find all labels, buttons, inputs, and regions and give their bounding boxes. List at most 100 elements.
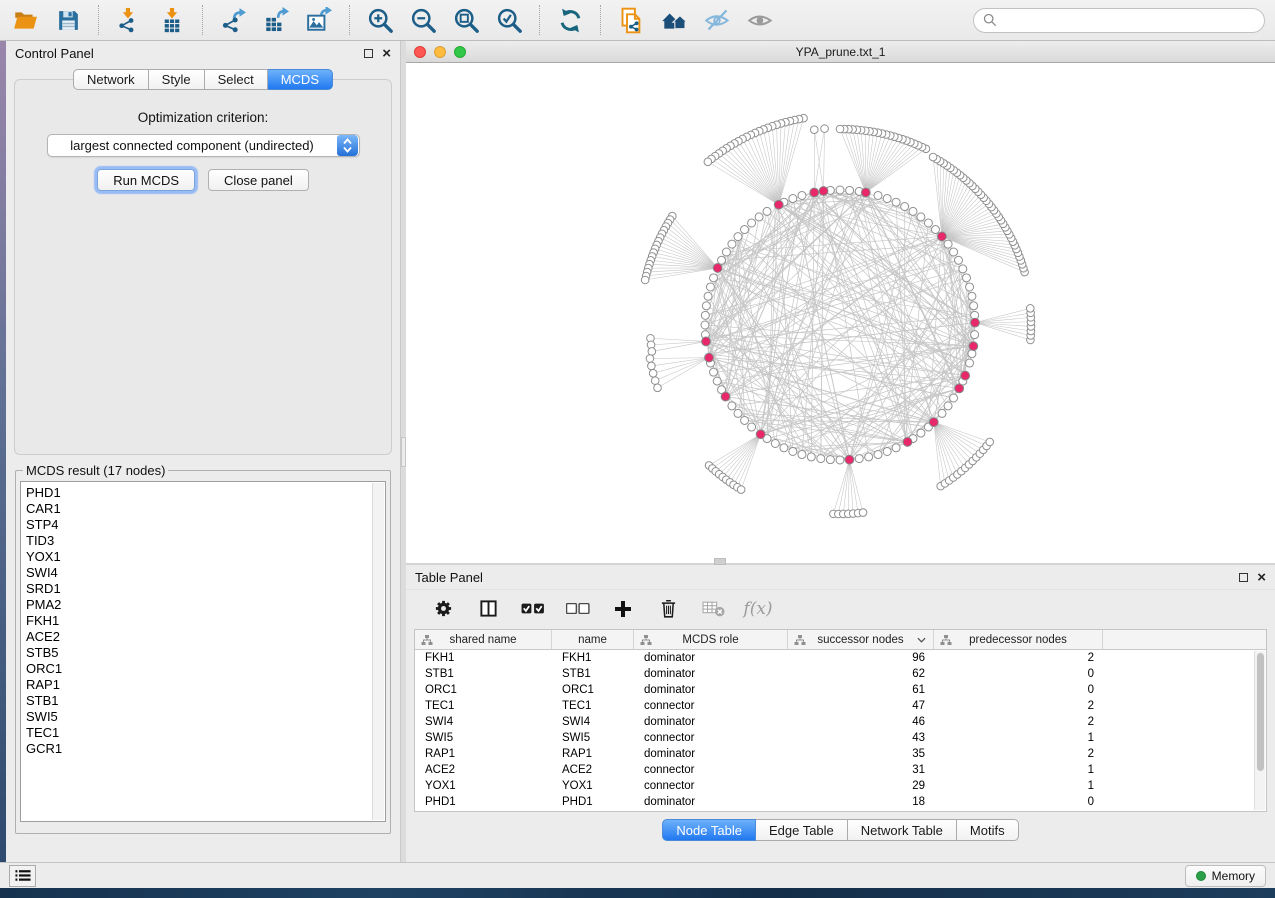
column-header-MCDS-role[interactable]: MCDS role (634, 630, 788, 649)
column-header-shared-name[interactable]: shared name (415, 630, 552, 649)
mcds-result-item[interactable]: PMA2 (26, 597, 385, 613)
open-file-button[interactable] (10, 5, 40, 35)
cell-successor-nodes[interactable]: 29 (788, 780, 934, 792)
table-row[interactable]: FKH1FKH1dominator962 (415, 650, 1266, 666)
cell-name[interactable]: ORC1 (552, 684, 634, 696)
cell-name[interactable]: ACE2 (552, 764, 634, 776)
delete-column-button[interactable] (655, 596, 681, 622)
tab-select[interactable]: Select (205, 69, 268, 90)
cell-name[interactable]: SWI5 (552, 732, 634, 744)
cell-shared-name[interactable]: RAP1 (415, 748, 552, 760)
deselect-all-rows-button[interactable] (565, 596, 591, 622)
table-tab-edge-table[interactable]: Edge Table (756, 819, 848, 841)
table-row[interactable]: SWI5SWI5connector431 (415, 730, 1266, 746)
cell-MCDS-role[interactable]: connector (634, 700, 788, 712)
cell-predecessor-nodes[interactable]: 0 (934, 684, 1103, 696)
cell-name[interactable]: FKH1 (552, 652, 634, 664)
mcds-result-item[interactable]: TID3 (26, 533, 385, 549)
cell-successor-nodes[interactable]: 18 (788, 796, 934, 808)
cell-shared-name[interactable]: PHD1 (415, 796, 552, 808)
tab-network[interactable]: Network (73, 69, 149, 90)
create-column-button[interactable] (610, 596, 636, 622)
optimization-criterion-select[interactable]: largest connected component (undirected) (47, 134, 360, 157)
close-panel-button-mcds[interactable]: Close panel (208, 169, 309, 191)
first-neighbors-button[interactable] (659, 5, 689, 35)
cell-shared-name[interactable]: TEC1 (415, 700, 552, 712)
cell-predecessor-nodes[interactable]: 1 (934, 732, 1103, 744)
cell-successor-nodes[interactable]: 47 (788, 700, 934, 712)
import-table-button[interactable] (157, 5, 187, 35)
close-panel-button[interactable]: × (382, 49, 391, 58)
mcds-result-item[interactable]: STB5 (26, 645, 385, 661)
cell-MCDS-role[interactable]: dominator (634, 796, 788, 808)
cell-name[interactable]: SWI4 (552, 716, 634, 728)
cell-MCDS-role[interactable]: connector (634, 732, 788, 744)
refresh-view-button[interactable] (555, 5, 585, 35)
table-tab-motifs[interactable]: Motifs (957, 819, 1019, 841)
column-header-name[interactable]: name (552, 630, 634, 649)
table-splitter[interactable] (406, 563, 1275, 565)
hide-selected-button[interactable] (702, 5, 732, 35)
zoom-selected-button[interactable] (494, 5, 524, 35)
mcds-result-list[interactable]: PHD1CAR1STP4TID3YOX1SWI4SRD1PMA2FKH1ACE2… (20, 481, 386, 822)
table-tab-node-table[interactable]: Node Table (662, 819, 756, 841)
cell-predecessor-nodes[interactable]: 2 (934, 700, 1103, 712)
mcds-result-item[interactable]: STP4 (26, 517, 385, 533)
table-row[interactable]: RAP1RAP1dominator352 (415, 746, 1266, 762)
cell-name[interactable]: PHD1 (552, 796, 634, 808)
scrollbar-thumb[interactable] (1257, 653, 1264, 771)
table-scrollbar[interactable] (1254, 651, 1265, 810)
cell-MCDS-role[interactable]: connector (634, 764, 788, 776)
cell-shared-name[interactable]: ORC1 (415, 684, 552, 696)
cell-predecessor-nodes[interactable]: 2 (934, 748, 1103, 760)
cell-successor-nodes[interactable]: 43 (788, 732, 934, 744)
cell-predecessor-nodes[interactable]: 2 (934, 652, 1103, 664)
search-input[interactable] (1003, 12, 1255, 29)
mcds-result-item[interactable]: PHD1 (26, 485, 385, 501)
table-row[interactable]: ACE2ACE2connector311 (415, 762, 1266, 778)
select-all-rows-button[interactable] (520, 596, 546, 622)
cell-shared-name[interactable]: FKH1 (415, 652, 552, 664)
cell-successor-nodes[interactable]: 96 (788, 652, 934, 664)
mcds-result-item[interactable]: YOX1 (26, 549, 385, 565)
search-field[interactable] (973, 8, 1265, 33)
cell-MCDS-role[interactable]: dominator (634, 716, 788, 728)
table-row[interactable]: TEC1TEC1connector472 (415, 698, 1266, 714)
network-canvas[interactable] (406, 63, 1275, 563)
mcds-result-item[interactable]: ACE2 (26, 629, 385, 645)
export-network-button[interactable] (218, 5, 248, 35)
show-all-button[interactable] (745, 5, 775, 35)
tab-style[interactable]: Style (149, 69, 205, 90)
cell-shared-name[interactable]: YOX1 (415, 780, 552, 792)
import-network-button[interactable] (114, 5, 144, 35)
cell-name[interactable]: YOX1 (552, 780, 634, 792)
cell-predecessor-nodes[interactable]: 2 (934, 716, 1103, 728)
cell-predecessor-nodes[interactable]: 0 (934, 796, 1103, 808)
cell-MCDS-role[interactable]: dominator (634, 668, 788, 680)
close-table-panel-button[interactable]: × (1257, 573, 1266, 582)
cell-predecessor-nodes[interactable]: 0 (934, 668, 1103, 680)
zoom-out-button[interactable] (408, 5, 438, 35)
memory-button[interactable]: Memory (1185, 865, 1266, 887)
table-row[interactable]: SWI4SWI4dominator462 (415, 714, 1266, 730)
network-window-titlebar[interactable]: YPA_prune.txt_1 (406, 41, 1275, 63)
cell-shared-name[interactable]: SWI4 (415, 716, 552, 728)
export-image-button[interactable] (304, 5, 334, 35)
float-panel-button[interactable] (364, 49, 373, 58)
cell-successor-nodes[interactable]: 46 (788, 716, 934, 728)
table-settings-button[interactable] (430, 596, 456, 622)
cell-predecessor-nodes[interactable]: 1 (934, 764, 1103, 776)
mcds-result-item[interactable]: ORC1 (26, 661, 385, 677)
cell-name[interactable]: RAP1 (552, 748, 634, 760)
cell-shared-name[interactable]: STB1 (415, 668, 552, 680)
export-table-button[interactable] (261, 5, 291, 35)
column-header-predecessor-nodes[interactable]: predecessor nodes (934, 630, 1103, 649)
tab-mcds[interactable]: MCDS (268, 69, 333, 90)
mcds-result-item[interactable]: RAP1 (26, 677, 385, 693)
cell-shared-name[interactable]: ACE2 (415, 764, 552, 776)
mcds-result-item[interactable]: FKH1 (26, 613, 385, 629)
cell-name[interactable]: STB1 (552, 668, 634, 680)
clone-network-button[interactable] (616, 5, 646, 35)
splitter-handle[interactable] (714, 558, 726, 565)
float-table-panel-button[interactable] (1239, 573, 1248, 582)
